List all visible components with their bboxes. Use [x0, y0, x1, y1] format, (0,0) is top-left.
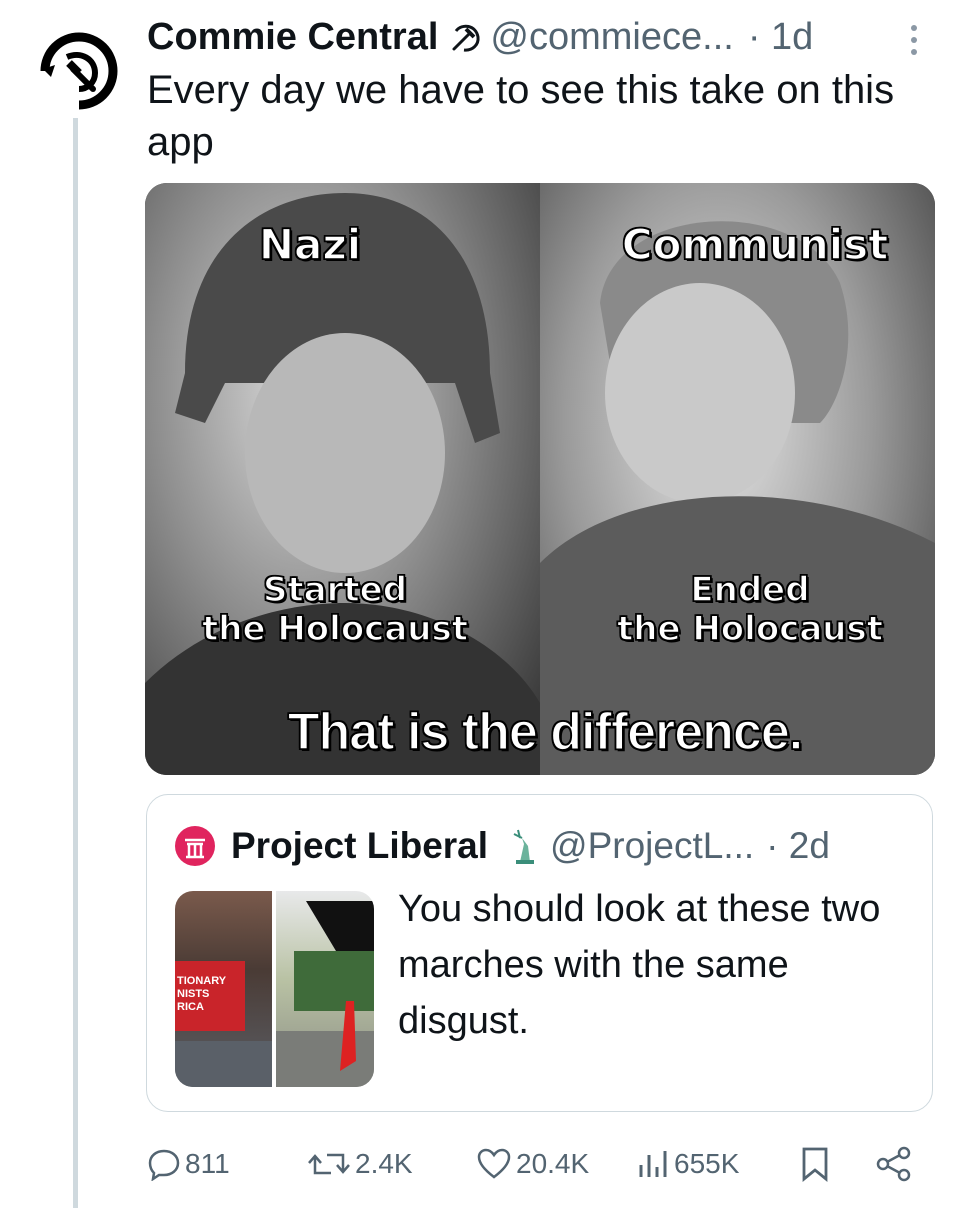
- meme-caption-left-line1: Started: [262, 570, 408, 611]
- quote-author-name[interactable]: Project Liberal: [231, 825, 488, 867]
- meme-bottom-caption: That is the difference.: [287, 702, 804, 761]
- thread-line: [73, 118, 78, 1208]
- reply-icon: [148, 1149, 180, 1181]
- heart-icon: [477, 1148, 511, 1179]
- meme-caption-left-line2: the Holocaust: [201, 609, 468, 650]
- meme-label-left: Nazi: [258, 219, 362, 269]
- quote-text: You should look at these two marches wit…: [398, 888, 881, 1042]
- statue-of-liberty-icon: [504, 828, 540, 864]
- march-photo-right: [276, 891, 374, 1087]
- retweet-icon: [308, 1153, 350, 1175]
- author-avatar[interactable]: [37, 29, 121, 113]
- tweet-timestamp[interactable]: · 1d: [748, 16, 813, 59]
- like-count: 20.4K: [516, 1148, 590, 1179]
- bookmark-button[interactable]: [798, 1138, 836, 1190]
- march-photo-left: TIONARY NISTS RICA: [175, 891, 272, 1087]
- meme-caption-right: Ended the Holocaust: [585, 570, 915, 650]
- quote-header: Project Liberal @ProjectL... · 2d: [175, 822, 830, 870]
- soldier-photo-right: [540, 183, 935, 775]
- author-handle[interactable]: @commiece...: [490, 16, 733, 59]
- bookmark-icon: [802, 1147, 828, 1182]
- meme-caption-right-line1: Ended: [690, 570, 811, 611]
- tweet-text: Every day we have to see this take on th…: [147, 68, 895, 164]
- reply-count: 811: [185, 1148, 230, 1179]
- views-button[interactable]: 655K: [636, 1138, 739, 1190]
- retweet-count: 2.4K: [355, 1148, 413, 1179]
- soldier-photo-left: [145, 183, 540, 775]
- tweet-media[interactable]: Nazi Communist Started the Holocaust End…: [145, 183, 935, 775]
- author-name[interactable]: Commie Central: [147, 16, 438, 59]
- meme-caption-right-line2: the Holocaust: [616, 609, 883, 650]
- action-bar: 811 2.4K 20.4K 655K: [0, 1138, 963, 1190]
- hammer-sickle-avatar-icon: [39, 32, 118, 111]
- quote-timestamp[interactable]: · 2d: [766, 825, 830, 867]
- meme-label-right: Communist: [621, 219, 889, 269]
- meme-caption-left: Started the Holocaust: [175, 570, 495, 650]
- quote-tweet[interactable]: Project Liberal @ProjectL... · 2d TIONAR…: [146, 794, 933, 1112]
- like-button[interactable]: 20.4K: [476, 1138, 589, 1190]
- banner-text: TIONARY NISTS RICA: [177, 975, 226, 1013]
- share-button[interactable]: [874, 1138, 918, 1190]
- quote-author-handle[interactable]: @ProjectL...: [550, 825, 754, 867]
- quote-thumbnail[interactable]: TIONARY NISTS RICA: [175, 891, 374, 1087]
- share-icon: [876, 1146, 911, 1182]
- hammer-sickle-icon: [448, 19, 484, 55]
- project-liberal-logo-icon[interactable]: [175, 826, 215, 866]
- tweet-header: Commie Central @commiece... · 1d: [147, 14, 813, 60]
- views-count: 655K: [674, 1148, 740, 1179]
- reply-button[interactable]: 811: [147, 1138, 230, 1190]
- more-vertical-icon[interactable]: [904, 20, 924, 60]
- retweet-button[interactable]: 2.4K: [307, 1138, 413, 1190]
- views-icon: [639, 1151, 667, 1177]
